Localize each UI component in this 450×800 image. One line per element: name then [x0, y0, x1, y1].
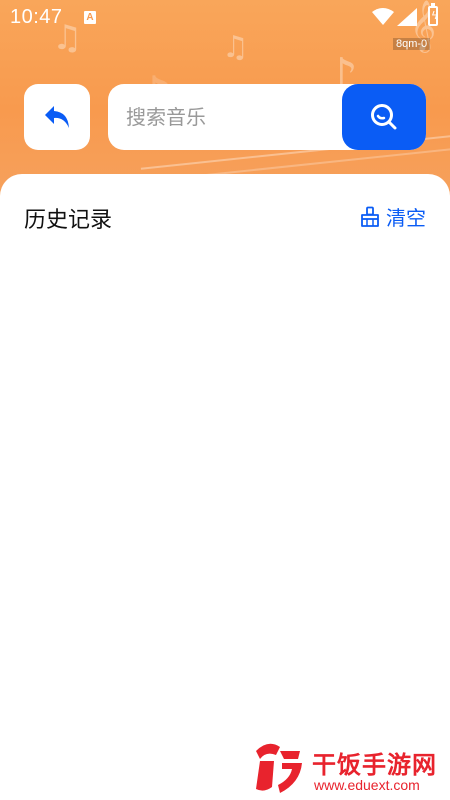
notification-icon: A [84, 11, 96, 24]
back-button[interactable] [24, 84, 90, 150]
battery-icon: ϟ [428, 3, 438, 26]
history-title: 历史记录 [24, 208, 113, 233]
watermark-logo-icon [256, 743, 302, 793]
undo-arrow-icon [45, 106, 69, 128]
clear-label: 清空 [386, 206, 426, 230]
signal-icon [397, 8, 417, 26]
search-input[interactable] [126, 84, 336, 150]
watermark-url: www.eduext.com [314, 777, 420, 793]
broom-icon [361, 206, 379, 227]
wifi-icon [372, 8, 394, 25]
clear-history-button[interactable]: 清空 [359, 202, 426, 231]
status-time: 10:47 [10, 6, 63, 28]
status-bar: 10:47 A ϟ 8qm-0 [0, 0, 450, 50]
search-bar [108, 84, 426, 150]
search-button[interactable] [342, 84, 426, 150]
watermark-name: 干饭手游网 [312, 751, 437, 779]
site-watermark: 干饭手游网 www.eduext.com [250, 735, 450, 800]
debug-tag: 8qm-0 [393, 38, 431, 50]
history-panel: 历史记录 清空 [0, 174, 450, 800]
search-icon [371, 104, 397, 130]
